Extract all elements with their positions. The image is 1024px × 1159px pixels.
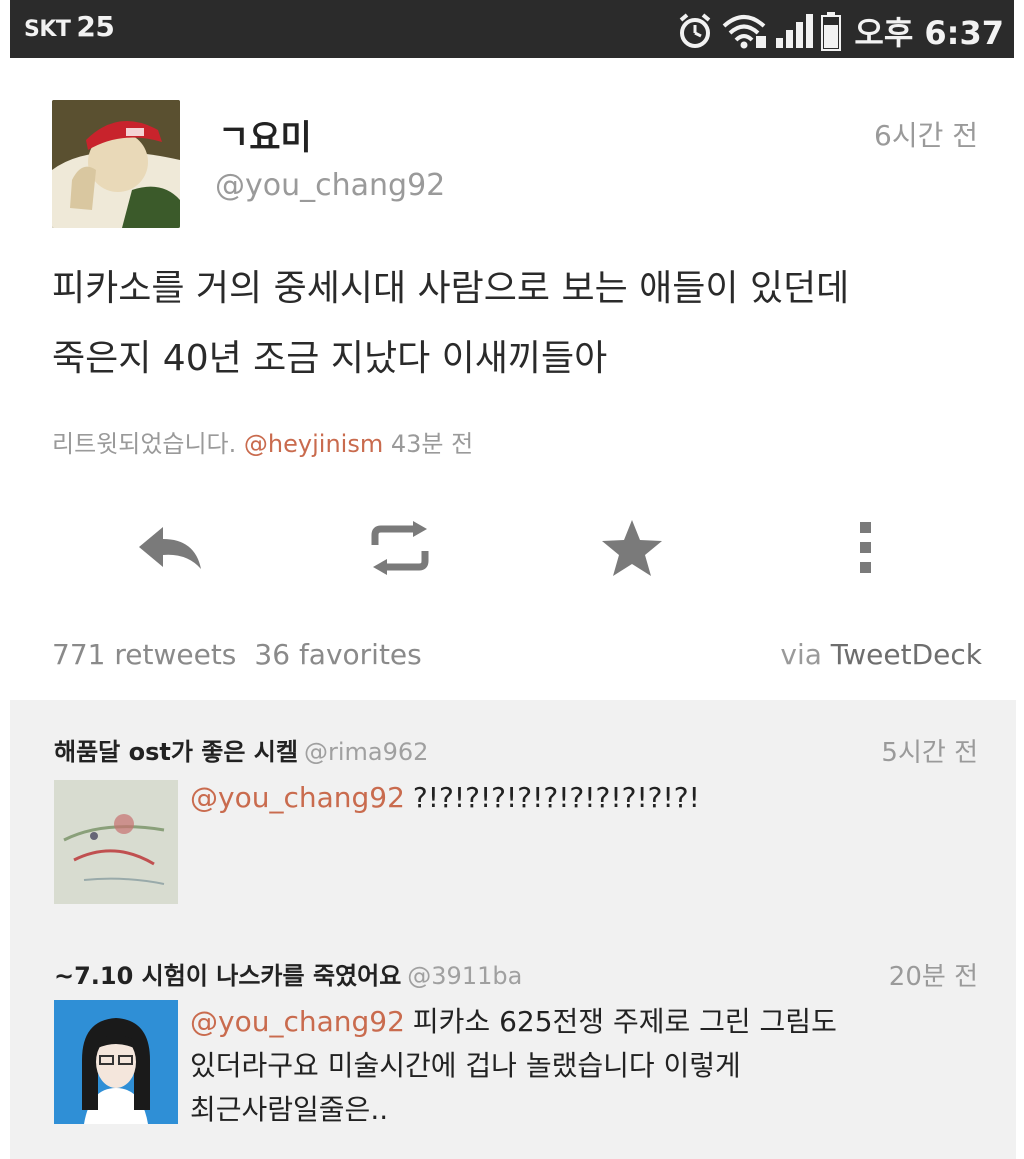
replies-list: 해품달 ost가 좋은 시켈 @rima962 5시간 전 @you_chang9… (10, 700, 1016, 1159)
reply-text: @you_chang92?!?!?!?!?!?!?!?!?!?!?! (190, 776, 990, 820)
avatar[interactable] (54, 780, 178, 904)
reply-header: 해품달 ost가 좋은 시켈 @rima962 (54, 732, 428, 767)
via-client: via TweetDeck (780, 638, 982, 671)
tweet-text-line: 피카소를 거의 중세시대 사람으로 보는 애들이 있던데 (52, 268, 850, 309)
main-tweet: ㄱ요미 @you_chang92 6시간 전 피카소를 거의 중세시대 사람으로… (0, 58, 1024, 698)
tweet-text: 피카소를 거의 중세시대 사람으로 보는 애들이 있던데 죽은지 40년 조금 … (52, 254, 992, 394)
list-item[interactable]: 해품달 ost가 좋은 시켈 @rima962 5시간 전 @you_chang9… (10, 732, 1016, 932)
tweet-actions (0, 508, 1024, 588)
retweet-icon (371, 521, 429, 575)
via-client-name[interactable]: TweetDeck (831, 638, 982, 671)
retweet-info: 리트윗되었습니다. @heyjinism 43분 전 (52, 424, 473, 459)
retweet-time: 43분 전 (390, 430, 474, 458)
avatar[interactable] (52, 100, 180, 228)
reply-text-line: 최근사람일줄은.. (190, 1093, 389, 1126)
status-time: 오후 6:37 (854, 14, 1004, 52)
reply-mention-link[interactable]: @you_chang92 (190, 781, 405, 814)
reply-author-name[interactable]: ~7.10 시험이 나스카를 죽였어요 (54, 962, 401, 990)
reply-author-handle[interactable]: @3911ba (407, 962, 522, 990)
alarm-icon (676, 12, 714, 50)
reply-author-handle[interactable]: @rima962 (304, 738, 428, 766)
reply-body: 피카소 625전쟁 주제로 그린 그림도 (412, 1005, 837, 1038)
reply-body: ?!?!?!?!?!?!?!?!?!?!?! (412, 781, 700, 814)
wifi-icon (720, 12, 768, 50)
battery-icon (820, 11, 842, 51)
retweet-prefix: 리트윗되었습니다. (52, 430, 237, 458)
tweet-text-line: 죽은지 40년 조금 지났다 이새끼들아 (52, 338, 608, 379)
retweet-user-link[interactable]: @heyjinism (244, 430, 383, 458)
status-bar: SKT 25 오후 6:37 (10, 0, 1014, 58)
signal-icon (774, 12, 814, 50)
favorites-label[interactable]: favorites (299, 638, 422, 671)
more-icon (860, 522, 871, 573)
reply-time: 20분 전 (888, 962, 978, 992)
via-label: via (780, 638, 822, 671)
reply-mention-link[interactable]: @you_chang92 (190, 1005, 405, 1038)
list-item[interactable]: ~7.10 시험이 나스카를 죽였어요 @3911ba 20분 전 @you_ch… (10, 956, 1016, 1156)
reply-icon (139, 527, 201, 569)
favorites-count: 36 (254, 638, 291, 671)
reply-button[interactable] (130, 508, 210, 588)
author-name[interactable]: ㄱ요미 (218, 110, 312, 159)
tweet-time: 6시간 전 (874, 119, 978, 152)
reply-time: 5시간 전 (881, 738, 978, 768)
carrier-name: SKT (24, 17, 71, 42)
favorite-button[interactable] (592, 508, 672, 588)
avatar[interactable] (54, 1000, 178, 1124)
reply-text-line: 있더라구요 미술시간에 겁나 놀랬습니다 이렇게 (190, 1049, 741, 1082)
author-handle[interactable]: @you_chang92 (215, 168, 445, 203)
retweets-count: 771 (52, 638, 106, 671)
status-carrier: SKT 25 (24, 10, 115, 43)
status-icons: 오후 6:37 (676, 8, 1004, 54)
status-temperature: 25 (76, 10, 115, 43)
reply-text: @you_chang92 피카소 625전쟁 주제로 그린 그림도 있더라구요 미… (190, 1000, 990, 1132)
reply-author-name[interactable]: 해품달 ost가 좋은 시켈 (54, 738, 298, 766)
retweets-label[interactable]: retweets (114, 638, 236, 671)
retweet-button[interactable] (360, 508, 440, 588)
more-button[interactable] (826, 508, 906, 588)
favorite-icon (602, 520, 662, 576)
tweet-stats: 771 retweets 36 favorites (52, 638, 422, 671)
reply-header: ~7.10 시험이 나스카를 죽였어요 @3911ba (54, 956, 522, 991)
reply-text-line: @you_chang92 피카소 625전쟁 주제로 그린 그림도 (190, 1000, 990, 1044)
